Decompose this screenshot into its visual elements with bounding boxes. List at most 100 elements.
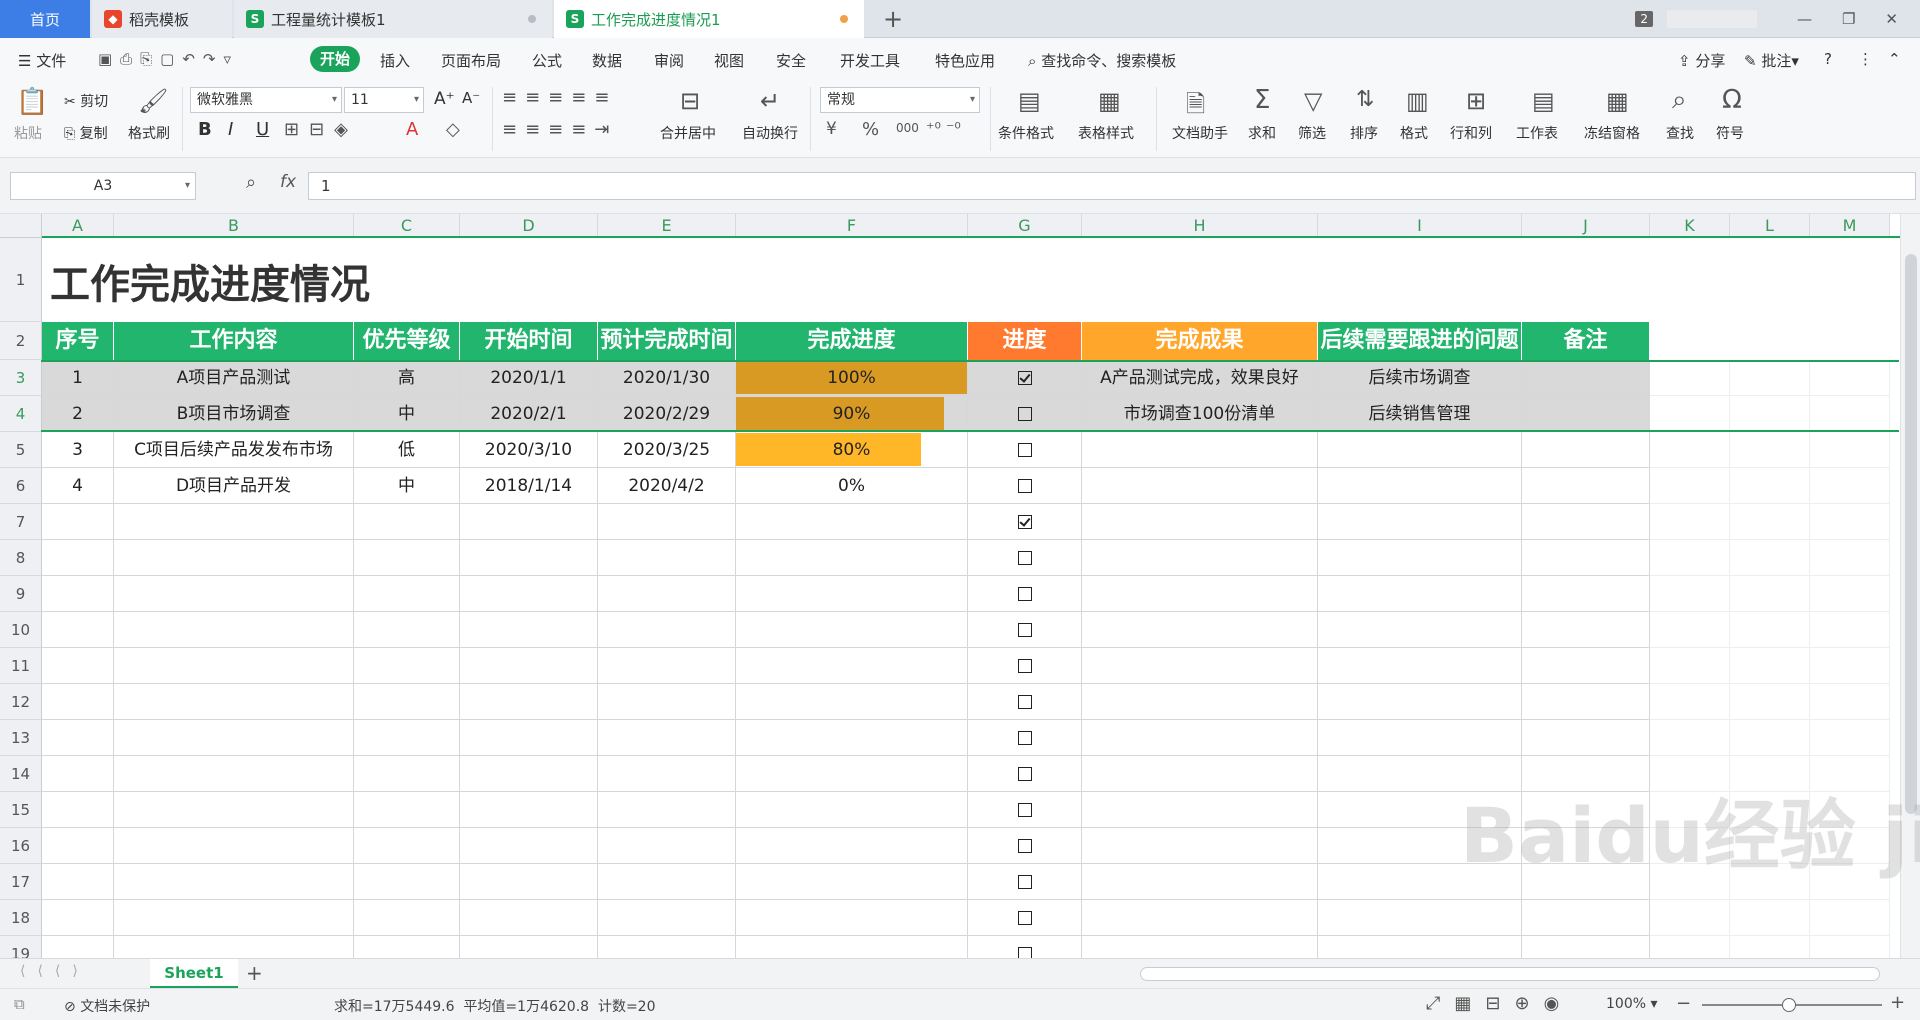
table-cell[interactable] bbox=[1318, 684, 1522, 720]
table-cell[interactable] bbox=[354, 828, 460, 864]
table-cell[interactable] bbox=[968, 468, 1082, 504]
menu-review[interactable]: 审阅 bbox=[654, 50, 684, 71]
table-cell[interactable] bbox=[42, 648, 114, 684]
paste-icon[interactable]: 📋 bbox=[16, 87, 48, 117]
table-cell[interactable] bbox=[114, 684, 354, 720]
vertical-align-buttons[interactable]: ≡≡≡≡≡ bbox=[502, 87, 617, 108]
menu-security[interactable]: 安全 bbox=[776, 50, 806, 71]
sheet-nav-arrows[interactable]: ⟨⟨⟨⟩ bbox=[20, 963, 90, 979]
font-size-select[interactable]: 11 ▾ bbox=[344, 87, 424, 113]
name-box[interactable]: A3 ▾ bbox=[10, 172, 196, 200]
table-cell[interactable] bbox=[354, 612, 460, 648]
menu-formula[interactable]: 公式 bbox=[532, 50, 562, 71]
zoom-out-icon[interactable]: − bbox=[1676, 993, 1691, 1014]
table-cell[interactable]: 2018/1/14 bbox=[460, 468, 598, 504]
table-cell[interactable] bbox=[968, 576, 1082, 612]
empty-cell[interactable] bbox=[1810, 540, 1890, 576]
decimal-buttons[interactable]: ⁺⁰ ⁻⁰ bbox=[926, 119, 961, 138]
table-cell[interactable] bbox=[1522, 684, 1650, 720]
symbol-button[interactable]: 符号 bbox=[1716, 123, 1744, 143]
empty-cell[interactable] bbox=[1730, 648, 1810, 684]
table-cell[interactable] bbox=[1522, 576, 1650, 612]
table-cell[interactable] bbox=[354, 900, 460, 936]
file-menu[interactable]: ☰ 文件 bbox=[18, 50, 66, 71]
wrap-icon[interactable]: ↵ bbox=[760, 87, 780, 115]
share-button[interactable]: ⇪ 分享 bbox=[1678, 50, 1725, 71]
empty-cell[interactable] bbox=[1810, 360, 1890, 396]
empty-cell[interactable] bbox=[1730, 360, 1810, 396]
empty-cell[interactable] bbox=[1810, 612, 1890, 648]
table-cell[interactable] bbox=[460, 756, 598, 792]
empty-cell[interactable] bbox=[1810, 504, 1890, 540]
sort-button[interactable]: 排序 bbox=[1350, 123, 1378, 143]
table-cell[interactable] bbox=[598, 540, 736, 576]
sheet-tab-sheet1[interactable]: Sheet1 bbox=[150, 959, 238, 989]
spreadsheet-grid[interactable]: ABCDEFGHIJKLM 1 2 3 4 5 6 7 8 9 10 11 12 13 14 15 16 17 1… bbox=[0, 214, 1920, 972]
empty-cell[interactable] bbox=[1650, 360, 1730, 396]
table-cell[interactable] bbox=[1082, 828, 1318, 864]
empty-cell[interactable] bbox=[1810, 576, 1890, 612]
font-family-select[interactable]: 微软雅黑 ▾ bbox=[190, 87, 342, 113]
empty-cell[interactable] bbox=[1650, 540, 1730, 576]
table-cell[interactable] bbox=[1082, 504, 1318, 540]
table-cell[interactable]: 高 bbox=[354, 360, 460, 396]
font-shrink-button[interactable]: A⁻ bbox=[462, 89, 480, 107]
empty-cell[interactable] bbox=[1810, 720, 1890, 756]
tab-home[interactable]: 首页 bbox=[0, 0, 90, 38]
zoom-formula-icon[interactable]: ⌕ bbox=[246, 172, 256, 193]
table-cell[interactable] bbox=[354, 504, 460, 540]
table-cell[interactable] bbox=[968, 900, 1082, 936]
empty-cell[interactable] bbox=[1810, 396, 1890, 432]
sum-icon[interactable]: Σ bbox=[1254, 85, 1270, 115]
table-cell[interactable] bbox=[114, 864, 354, 900]
table-cell[interactable]: 2020/2/29 bbox=[598, 396, 736, 432]
table-cell[interactable] bbox=[460, 828, 598, 864]
layout-icon[interactable]: ⧉ bbox=[14, 995, 25, 1013]
table-cell[interactable] bbox=[598, 612, 736, 648]
empty-cell[interactable] bbox=[1650, 648, 1730, 684]
table-cell[interactable] bbox=[736, 540, 968, 576]
table-cell[interactable] bbox=[460, 900, 598, 936]
table-cell[interactable] bbox=[1318, 720, 1522, 756]
table-cell[interactable] bbox=[460, 648, 598, 684]
horizontal-scrollbar[interactable] bbox=[1140, 967, 1880, 981]
filter-button[interactable]: 筛选 bbox=[1298, 123, 1326, 143]
empty-cell[interactable] bbox=[1650, 576, 1730, 612]
font-tools[interactable]: ⊞⊟◈ bbox=[284, 119, 358, 140]
row-col-icon[interactable]: ⊞ bbox=[1466, 87, 1486, 115]
tab-template-1[interactable]: S 工程量统计模板1 bbox=[234, 0, 552, 38]
empty-cell[interactable] bbox=[1810, 648, 1890, 684]
row-header[interactable]: 11 bbox=[0, 648, 42, 684]
table-cell[interactable] bbox=[1318, 540, 1522, 576]
table-cell[interactable] bbox=[1082, 612, 1318, 648]
worksheet-icon[interactable]: ▤ bbox=[1532, 87, 1555, 115]
column-header[interactable]: L bbox=[1730, 214, 1810, 238]
empty-cell[interactable] bbox=[1650, 504, 1730, 540]
table-cell[interactable] bbox=[1082, 756, 1318, 792]
row-header[interactable]: 14 bbox=[0, 756, 42, 792]
table-cell[interactable] bbox=[1082, 576, 1318, 612]
table-cell[interactable] bbox=[968, 864, 1082, 900]
table-cell[interactable] bbox=[114, 792, 354, 828]
copy-button[interactable]: ⎘ 复制 bbox=[64, 123, 108, 143]
table-cell[interactable] bbox=[968, 612, 1082, 648]
table-cell[interactable] bbox=[968, 504, 1082, 540]
protect-status[interactable]: ⊘ 文档未保护 bbox=[64, 996, 150, 1016]
format-painter-icon[interactable]: 🖌 bbox=[138, 87, 168, 115]
table-cell[interactable] bbox=[1082, 864, 1318, 900]
column-header[interactable]: M bbox=[1810, 214, 1890, 238]
table-cell[interactable] bbox=[1522, 360, 1650, 396]
progress-checkbox[interactable] bbox=[1017, 695, 1032, 709]
table-cell[interactable] bbox=[598, 648, 736, 684]
progress-checkbox[interactable] bbox=[1017, 911, 1032, 925]
table-cell[interactable] bbox=[1522, 432, 1650, 468]
table-cell[interactable]: 后续销售管理 bbox=[1318, 396, 1522, 432]
table-cell[interactable] bbox=[1522, 900, 1650, 936]
table-cell[interactable] bbox=[736, 864, 968, 900]
table-cell[interactable] bbox=[1318, 504, 1522, 540]
empty-cell[interactable] bbox=[1730, 576, 1810, 612]
table-cell[interactable] bbox=[1082, 648, 1318, 684]
table-cell[interactable] bbox=[598, 504, 736, 540]
table-cell[interactable]: D项目产品开发 bbox=[114, 468, 354, 504]
table-cell[interactable] bbox=[42, 900, 114, 936]
